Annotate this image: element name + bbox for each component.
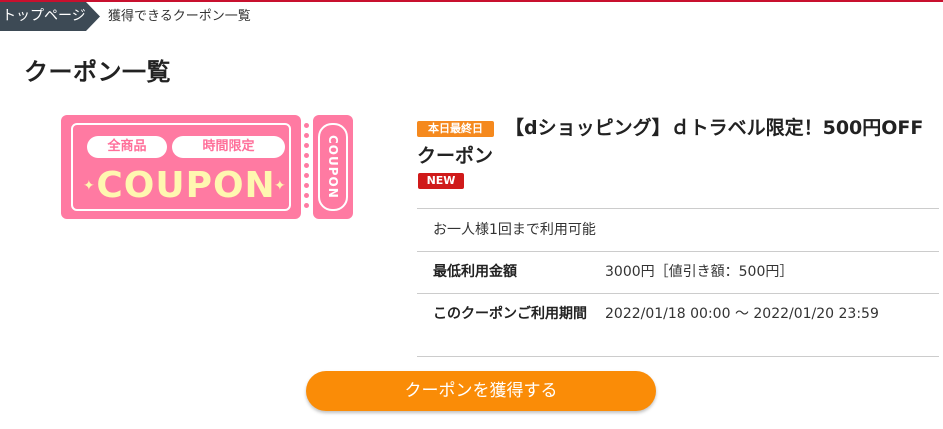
- ticket-perforation: [301, 115, 313, 219]
- coupon-details: お一人様1回まで利用可能 最低利用金額 3000円［値引き額：500円］ このク…: [417, 208, 939, 357]
- usage-period-value: 2022/01/18 00:00 〜 2022/01/20 23:59: [605, 306, 879, 322]
- breadcrumb-current: 獲得できるクーポン一覧: [108, 9, 251, 24]
- coupon-image: 全商品 時間限定 ✦ COUPON ✦ COUPON: [61, 115, 353, 219]
- new-badge: NEW: [418, 173, 464, 189]
- page-title: クーポン一覧: [24, 58, 171, 86]
- breadcrumb: トップページ 獲得できるクーポン一覧: [0, 2, 943, 31]
- coupon-word: COUPON: [96, 165, 276, 206]
- min-amount-row: 最低利用金額 3000円［値引き額：500円］: [417, 252, 939, 294]
- usage-period-label: このクーポンご利用期間: [433, 306, 587, 322]
- min-amount-value: 3000円［値引き額：500円］: [605, 264, 794, 280]
- breadcrumb-home-link[interactable]: トップページ: [0, 2, 100, 31]
- last-day-badge: 本日最終日: [417, 121, 494, 137]
- coupon-title: 【dショッピング】ｄトラベル限定！500円OFFクーポン: [417, 117, 924, 167]
- coupon-tag-all-products: 全商品: [87, 136, 167, 158]
- usage-period-row: このクーポンご利用期間 2022/01/18 00:00 〜 2022/01/2…: [417, 294, 939, 357]
- coupon-ticket-body: 全商品 時間限定 ✦ COUPON ✦: [61, 115, 301, 219]
- min-amount-label: 最低利用金額: [433, 264, 517, 280]
- coupon-stub-label: COUPON: [326, 135, 340, 199]
- usage-limit-note: お一人様1回まで利用可能: [417, 209, 939, 252]
- coupon-tag-time-limited: 時間限定: [172, 136, 285, 158]
- sparkle-icon: ✦: [274, 178, 286, 194]
- get-coupon-button[interactable]: クーポンを獲得する: [306, 371, 656, 411]
